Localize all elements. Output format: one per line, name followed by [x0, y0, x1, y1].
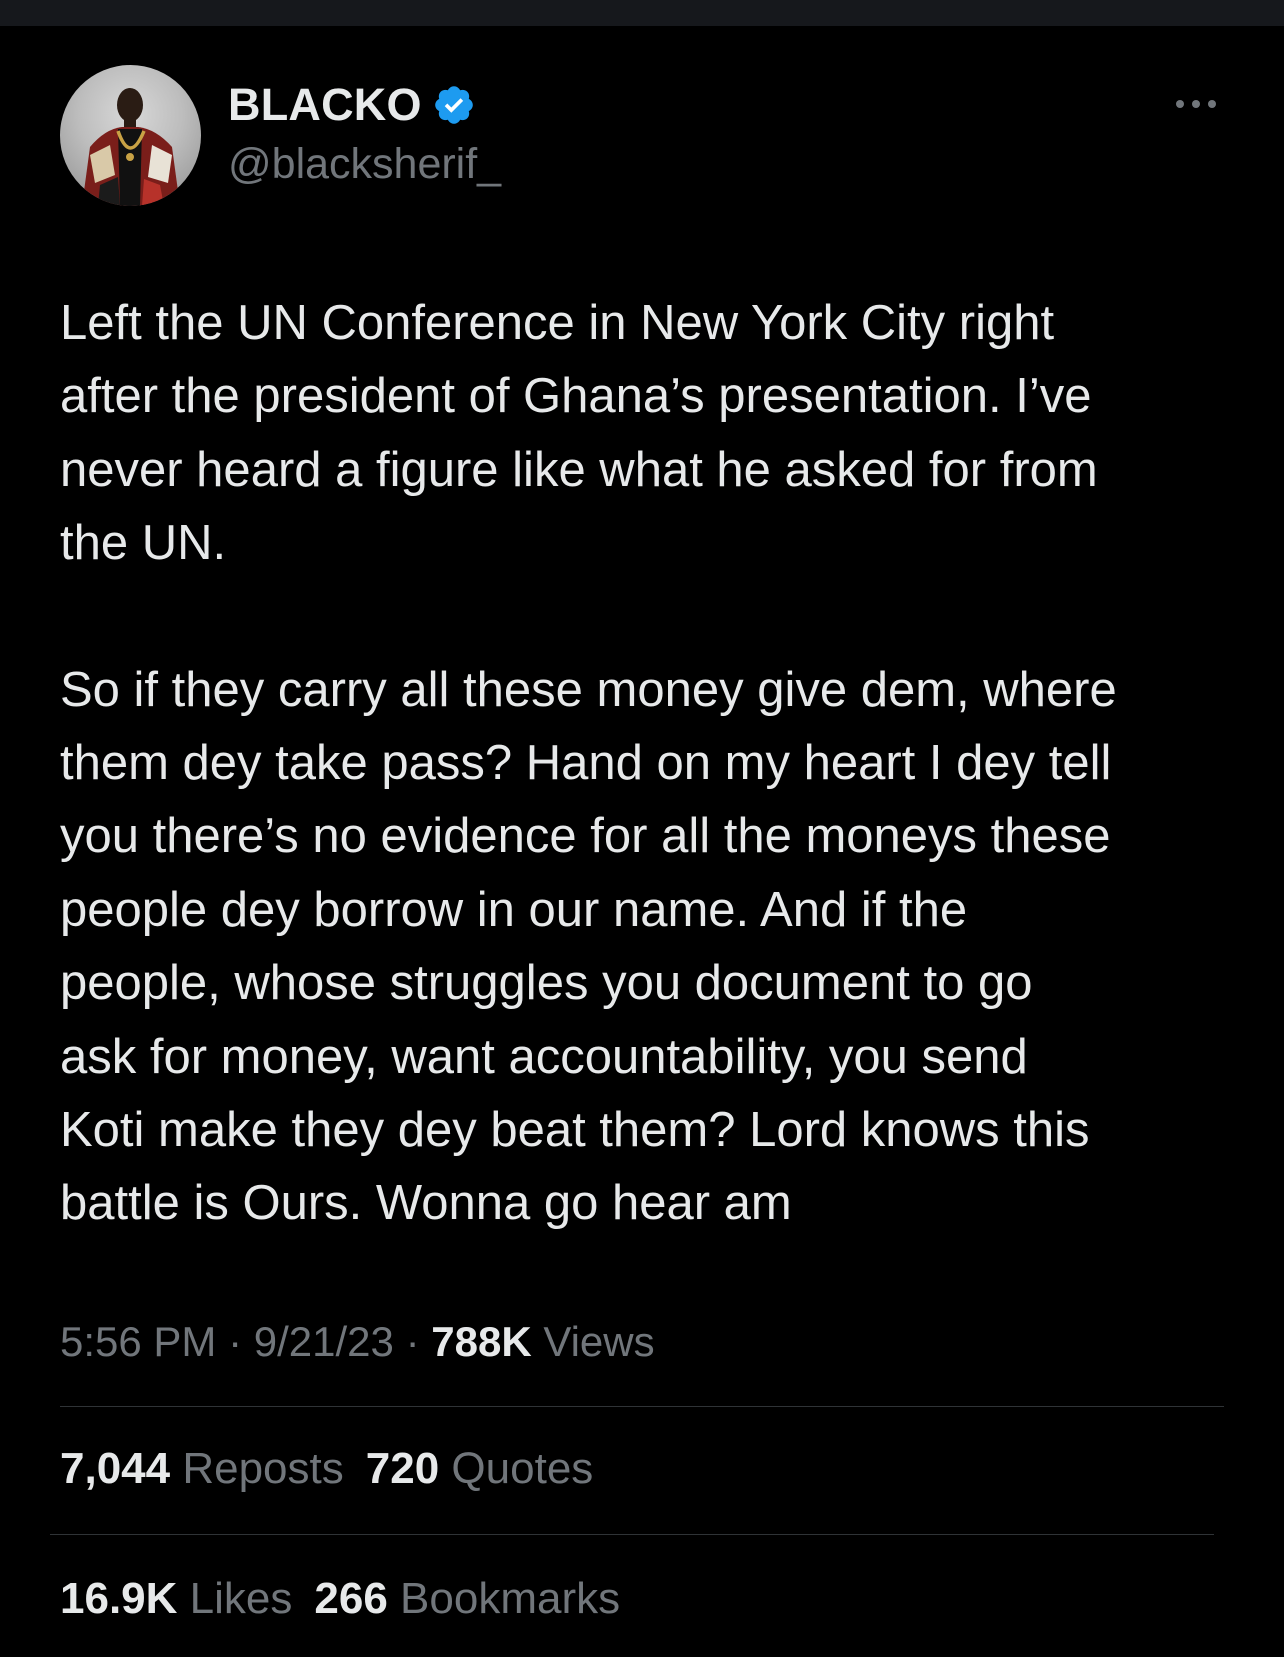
tweet-line: you there’s no evidence for all the mone… [60, 809, 1111, 864]
tweet-text: Left the UN Conference in New York City … [60, 287, 1240, 1241]
tweet-date[interactable]: 9/21/23 [254, 1318, 394, 1365]
tweet-line: ask for money, want accountability, you … [60, 1029, 1028, 1084]
tweet-meta: 5:56 PM · 9/21/23 · 788K Views [60, 1318, 655, 1366]
author-handle[interactable]: @blacksherif_ [228, 140, 501, 189]
divider [60, 1406, 1224, 1407]
meta-separator: · [228, 1318, 243, 1365]
tweet-line: people dey borrow in our name. And if th… [60, 882, 968, 937]
author-display-name[interactable]: BLACKO [228, 79, 422, 131]
reposts-count: 7,044 [60, 1444, 171, 1493]
views-label: Views [543, 1318, 655, 1365]
divider [50, 1534, 1214, 1535]
tweet-line: never heard a figure like what he asked … [60, 442, 1098, 497]
bookmarks-stat[interactable]: 266 Bookmarks [314, 1574, 620, 1623]
reposts-label: Reposts [182, 1444, 344, 1493]
more-options-icon[interactable] [1172, 88, 1220, 120]
status-bar [0, 0, 1284, 26]
engagement-row-2: 16.9K Likes 266 Bookmarks [60, 1574, 620, 1624]
quotes-count: 720 [365, 1444, 440, 1493]
tweet-line: the UN. [60, 516, 227, 571]
tweet-line: after the president of Ghana’s presentat… [60, 369, 1092, 424]
author-name-row: BLACKO [228, 78, 476, 132]
likes-label: Likes [189, 1574, 293, 1623]
engagement-row-1: 7,044 Reposts 720 Quotes [60, 1444, 593, 1494]
tweet-line: So if they carry all these money give de… [60, 662, 1117, 717]
avatar-portrait-image [82, 88, 180, 206]
bookmarks-label: Bookmarks [400, 1574, 621, 1623]
avatar[interactable] [60, 65, 201, 206]
bookmarks-count: 266 [314, 1574, 388, 1623]
tweet-line: people, whose struggles you document to … [60, 956, 1033, 1011]
tweet-line: Left the UN Conference in New York City … [60, 296, 1055, 350]
meta-separator: · [405, 1318, 420, 1365]
verified-badge-icon[interactable] [432, 83, 476, 127]
tweet-time[interactable]: 5:56 PM [60, 1318, 216, 1365]
quotes-stat[interactable]: 720 Quotes [366, 1444, 594, 1493]
tweet-line: Koti make they dey beat them? Lord knows… [60, 1103, 1090, 1158]
reposts-stat[interactable]: 7,044 Reposts [60, 1444, 344, 1493]
quotes-label: Quotes [451, 1444, 594, 1493]
likes-count: 16.9K [60, 1574, 178, 1623]
likes-stat[interactable]: 16.9K Likes [60, 1574, 292, 1623]
tweet-line: them dey take pass? Hand on my heart I d… [60, 736, 1112, 791]
views-count: 788K [431, 1318, 532, 1365]
tweet-line: battle is Ours. Wonna go hear am [60, 1176, 792, 1231]
